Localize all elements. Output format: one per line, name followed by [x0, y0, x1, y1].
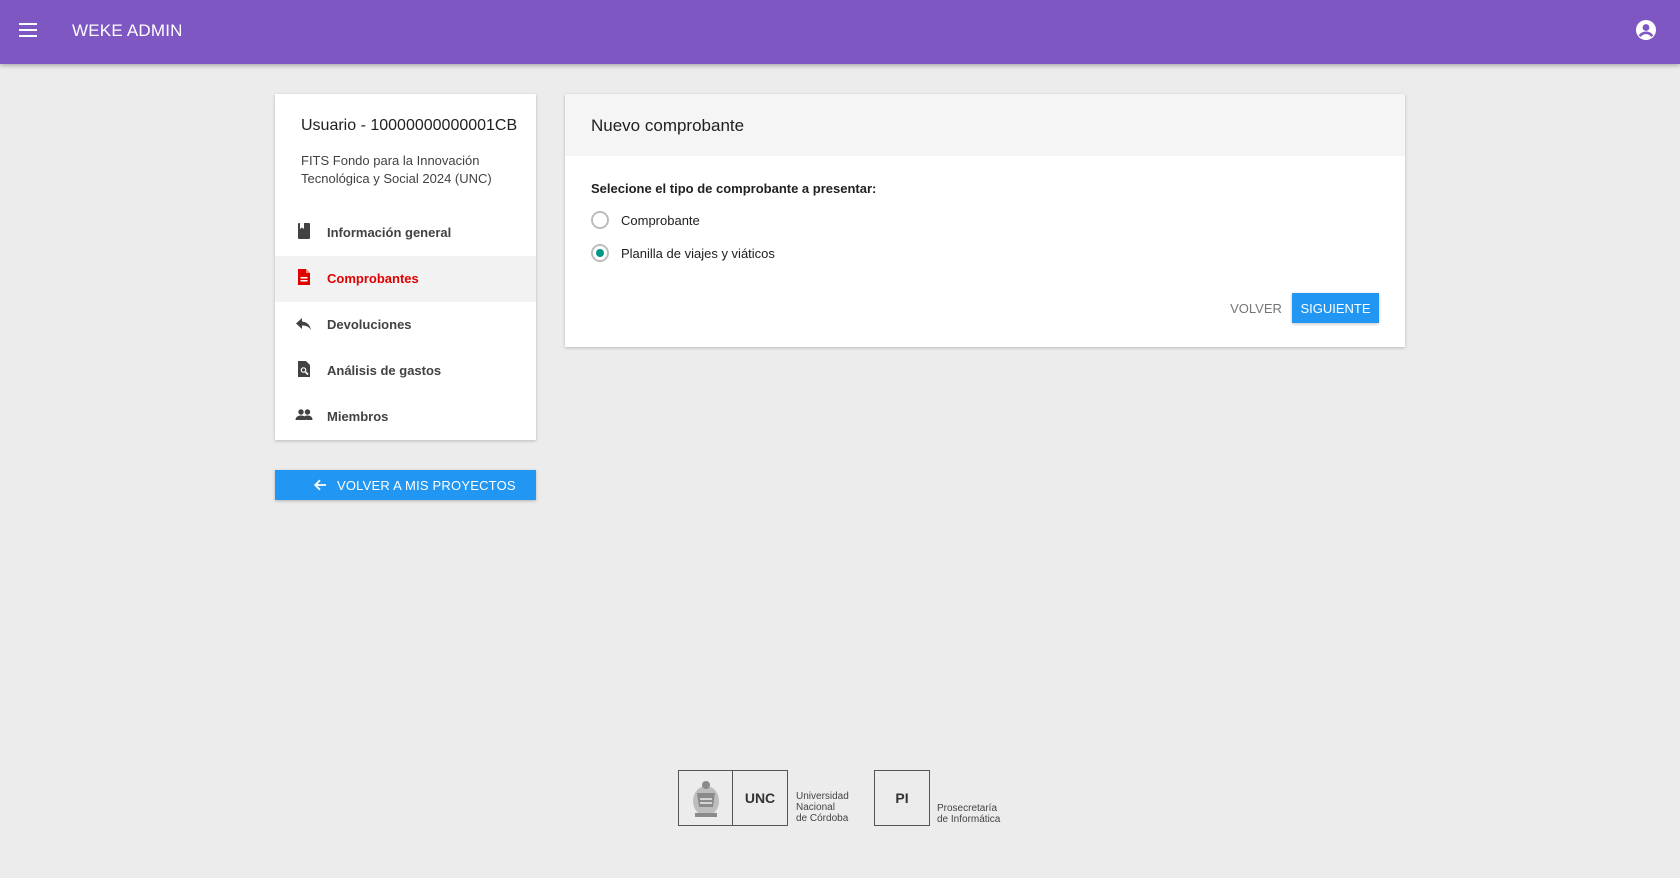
radio-label: Comprobante	[621, 213, 700, 228]
project-name: FITS Fondo para la Innovación Tecnológic…	[301, 153, 492, 186]
card-header: Nuevo comprobante	[565, 94, 1405, 156]
back-to-projects-button[interactable]: VOLVER A MIS PROYECTOS	[275, 470, 536, 500]
radio-option-comprobante[interactable]: Comprobante	[591, 209, 991, 231]
unc-seal-icon	[679, 771, 733, 825]
arrow-left-icon	[313, 478, 327, 492]
reply-icon	[295, 314, 313, 332]
pi-logo: PI	[874, 770, 930, 826]
book-icon	[295, 222, 313, 240]
nav-label: Información general	[327, 225, 452, 240]
menu-icon[interactable]	[16, 18, 40, 42]
radio-button-checked[interactable]	[591, 244, 609, 262]
radio-option-planilla-viajes[interactable]: Planilla de viajes y viáticos	[591, 242, 991, 264]
radio-label: Planilla de viajes y viáticos	[621, 246, 775, 261]
unc-abbr: UNC	[744, 790, 776, 806]
back-to-projects-label: VOLVER A MIS PROYECTOS	[337, 478, 516, 493]
nav-label: Comprobantes	[327, 271, 419, 286]
app-title: WEKE ADMIN	[72, 21, 183, 40]
voucher-type-question: Selecione el tipo de comprobante a prese…	[591, 181, 877, 196]
unc-logo: UNC	[678, 770, 788, 826]
pi-full-name: Prosecretaría de Informática	[937, 803, 1001, 825]
nav-label: Análisis de gastos	[327, 363, 442, 378]
radio-button[interactable]	[591, 211, 609, 229]
document-icon	[295, 268, 313, 286]
card-title: Nuevo comprobante	[591, 116, 745, 135]
footer-logos: UNC Universidad Nacional de Córdoba PI P…	[678, 770, 1008, 826]
volver-button[interactable]: VOLVER	[1226, 293, 1286, 323]
nav-label: Miembros	[327, 409, 389, 424]
top-app-bar: WEKE ADMIN	[0, 0, 1680, 64]
nav-item-analisis-de-gastos[interactable]: Análisis de gastos	[275, 348, 536, 394]
nav-item-informacion-general[interactable]: Información general	[275, 210, 536, 256]
nav-label: Devoluciones	[327, 317, 412, 332]
project-sidebar-card: Usuario - 10000000000001CB FITS Fondo pa…	[275, 94, 536, 440]
unc-full-name: Universidad Nacional de Córdoba	[796, 791, 849, 824]
new-voucher-card: Nuevo comprobante Selecione el tipo de c…	[565, 94, 1405, 347]
user-name: Usuario - 10000000000001CB	[301, 117, 518, 134]
people-icon	[295, 406, 313, 424]
nav-item-miembros[interactable]: Miembros	[275, 394, 536, 440]
account-circle-icon[interactable]	[1634, 18, 1658, 42]
search-document-icon	[295, 360, 313, 378]
nav-item-devoluciones[interactable]: Devoluciones	[275, 302, 536, 348]
nav-item-comprobantes[interactable]: Comprobantes	[275, 256, 536, 302]
siguiente-button[interactable]: SIGUIENTE	[1292, 293, 1379, 323]
